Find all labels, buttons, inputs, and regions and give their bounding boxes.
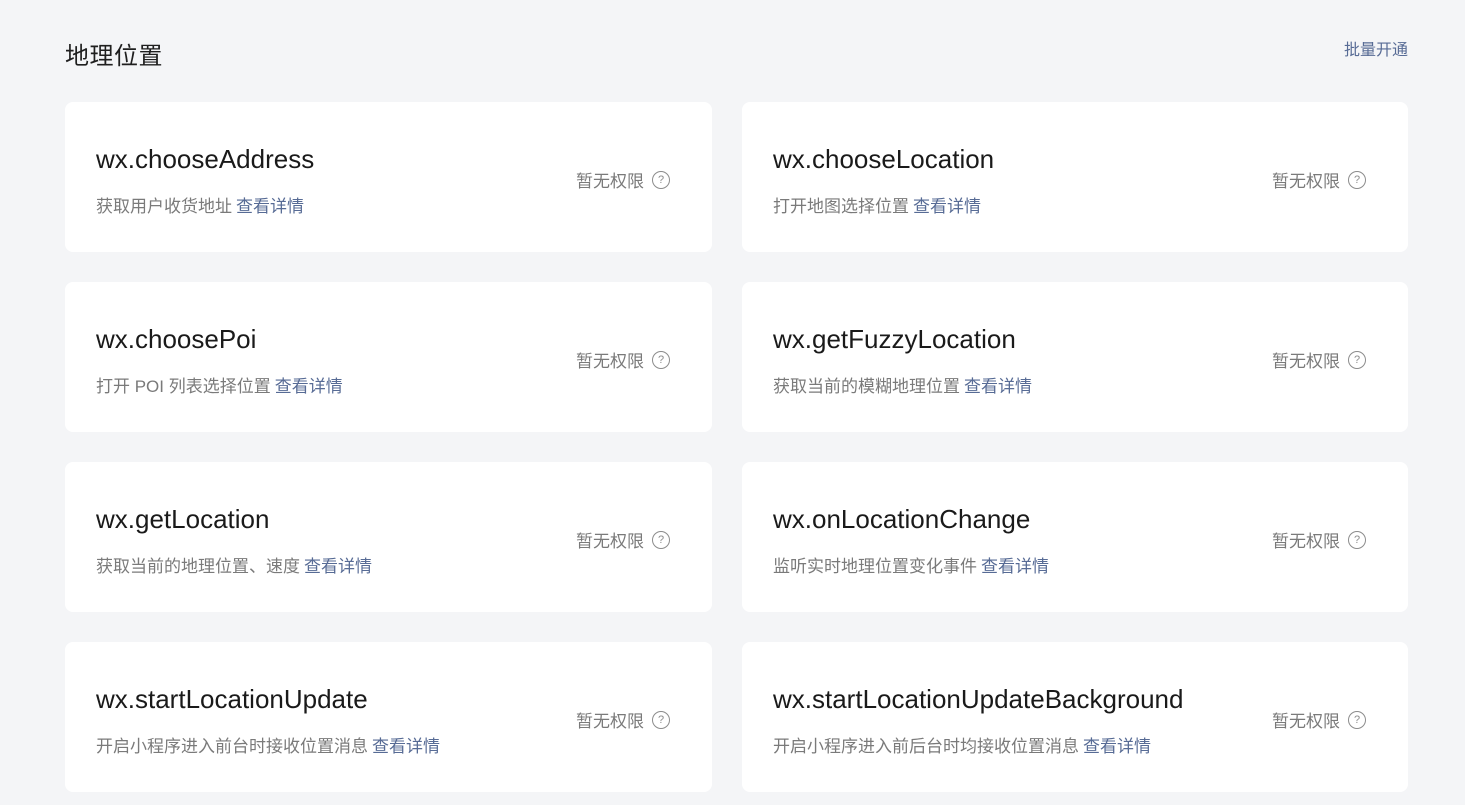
view-details-link[interactable]: 查看详情 [1083, 737, 1151, 756]
permission-status-text: 暂无权限 [1272, 172, 1340, 191]
permission-status: 暂无权限? [1272, 527, 1366, 552]
view-details-link[interactable]: 查看详情 [304, 557, 372, 576]
api-description-text: 监听实时地理位置变化事件 [773, 557, 977, 576]
api-card: wx.chooseLocation 打开地图选择位置 查看详情 暂无权限? [742, 102, 1408, 252]
api-description: 获取当前的地理位置、速度 查看详情 [96, 552, 372, 577]
view-details-link[interactable]: 查看详情 [913, 197, 981, 216]
permission-status-text: 暂无权限 [1272, 352, 1340, 371]
question-circle-icon[interactable]: ? [1348, 710, 1366, 729]
api-description-text: 打开 POI 列表选择位置 [96, 377, 271, 396]
section-title: 地理位置 [65, 43, 163, 70]
api-description: 开启小程序进入前台时接收位置消息 查看详情 [96, 732, 440, 757]
question-circle-icon[interactable]: ? [652, 350, 670, 369]
view-details-link[interactable]: 查看详情 [236, 197, 304, 216]
api-description-text: 获取当前的模糊地理位置 [773, 377, 960, 396]
api-card: wx.getFuzzyLocation 获取当前的模糊地理位置 查看详情 暂无权限… [742, 282, 1408, 432]
view-details-link[interactable]: 查看详情 [964, 377, 1032, 396]
api-description-text: 获取用户收货地址 [96, 197, 232, 216]
api-description-text: 获取当前的地理位置、速度 [96, 557, 300, 576]
api-card: wx.onLocationChange 监听实时地理位置变化事件 查看详情 暂无权… [742, 462, 1408, 612]
permission-status-text: 暂无权限 [576, 532, 644, 551]
api-description-text: 开启小程序进入前台时接收位置消息 [96, 737, 368, 756]
api-description-text: 打开地图选择位置 [773, 197, 909, 216]
api-card: wx.startLocationUpdate 开启小程序进入前台时接收位置消息查… [65, 642, 712, 792]
api-name: wx.onLocationChange [773, 504, 1031, 534]
api-card: wx.getLocation 获取当前的地理位置、速度 查看详情 暂无权限? [65, 462, 712, 612]
api-description: 打开地图选择位置 查看详情 [773, 192, 981, 217]
question-circle-icon[interactable]: ? [1348, 350, 1366, 369]
api-description: 开启小程序进入前后台时均接收位置消息 查看详情 [773, 732, 1151, 757]
question-circle-icon[interactable]: ? [652, 530, 670, 549]
batch-enable-link[interactable]: 批量开通 [1344, 36, 1408, 60]
api-description: 获取当前的模糊地理位置 查看详情 [773, 372, 1032, 397]
permission-status-text: 暂无权限 [1272, 532, 1340, 551]
permission-status: 暂无权限? [576, 167, 670, 192]
api-card-grid: wx.chooseAddress 获取用户收货地址 查看详情 暂无权限? wx.c… [65, 102, 1408, 792]
api-card: wx.choosePoi 打开 POI 列表选择位置 查看详情 暂无权限? [65, 282, 712, 432]
api-description: 打开 POI 列表选择位置 查看详情 [96, 372, 343, 397]
permission-status-text: 暂无权限 [576, 712, 644, 731]
permission-status: 暂无权限? [1272, 707, 1366, 732]
api-name: wx.getFuzzyLocation [773, 324, 1016, 354]
api-name: wx.choosePoi [96, 324, 257, 354]
api-name: wx.getLocation [96, 504, 270, 534]
view-details-link[interactable]: 查看详情 [372, 737, 440, 756]
api-description: 获取用户收货地址 查看详情 [96, 192, 304, 217]
permission-status: 暂无权限? [1272, 347, 1366, 372]
api-description: 监听实时地理位置变化事件 查看详情 [773, 552, 1049, 577]
question-circle-icon[interactable]: ? [1348, 530, 1366, 549]
api-description-text: 开启小程序进入前后台时均接收位置消息 [773, 737, 1079, 756]
question-circle-icon[interactable]: ? [652, 170, 670, 189]
view-details-link[interactable]: 查看详情 [981, 557, 1049, 576]
question-circle-icon[interactable]: ? [1348, 170, 1366, 189]
permission-status-text: 暂无权限 [576, 352, 644, 371]
permission-status: 暂无权限? [1272, 167, 1366, 192]
section-header: 地理位置 批量开通 [65, 32, 1408, 72]
api-name: wx.startLocationUpdate [96, 684, 368, 714]
question-circle-icon[interactable]: ? [652, 710, 670, 729]
api-card: wx.chooseAddress 获取用户收货地址 查看详情 暂无权限? [65, 102, 712, 252]
permission-status: 暂无权限? [576, 347, 670, 372]
api-card: wx.startLocationUpdateBackground 开启小程序进入… [742, 642, 1408, 792]
page: 地理位置 批量开通 wx.chooseAddress 获取用户收货地址 查看详情 … [0, 0, 1465, 805]
permission-status: 暂无权限? [576, 527, 670, 552]
api-name: wx.chooseLocation [773, 144, 995, 174]
view-details-link[interactable]: 查看详情 [275, 377, 343, 396]
api-name: wx.startLocationUpdateBackground [773, 684, 1184, 714]
permission-status-text: 暂无权限 [1272, 712, 1340, 731]
permission-status-text: 暂无权限 [576, 172, 644, 191]
permission-status: 暂无权限? [576, 707, 670, 732]
api-name: wx.chooseAddress [96, 144, 315, 174]
